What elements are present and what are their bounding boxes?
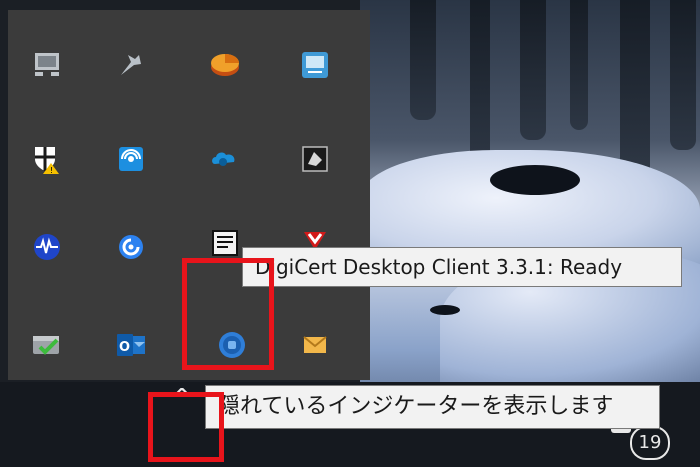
cloud-sync-icon[interactable] bbox=[208, 142, 242, 176]
chevron-highlight bbox=[148, 392, 224, 462]
app-black-icon[interactable] bbox=[298, 142, 332, 176]
svg-text:!: ! bbox=[50, 166, 53, 175]
audio-wave-icon[interactable] bbox=[30, 230, 64, 264]
notification-badge[interactable]: 19 bbox=[630, 426, 670, 460]
circular-app-icon[interactable] bbox=[114, 230, 148, 264]
backup-check-icon[interactable] bbox=[30, 328, 64, 362]
digicert-tooltip: DigiCert Desktop Client 3.3.1: Ready bbox=[242, 247, 682, 287]
digicert-icon-highlight bbox=[182, 258, 274, 370]
wireless-icon[interactable] bbox=[114, 142, 148, 176]
pie-chart-icon[interactable] bbox=[208, 48, 242, 82]
security-shield-warning-icon[interactable]: ! bbox=[30, 142, 64, 176]
screen-capture-icon[interactable] bbox=[208, 226, 242, 260]
remote-connect-icon[interactable] bbox=[298, 48, 332, 82]
wrench-tool-icon[interactable] bbox=[114, 48, 148, 82]
svg-text:O: O bbox=[119, 340, 130, 355]
network-monitor-icon[interactable] bbox=[30, 48, 64, 82]
outlook-icon[interactable]: O bbox=[114, 328, 148, 362]
show-hidden-icons-tooltip: 隠れているインジケーターを表示します bbox=[205, 385, 660, 429]
mail-envelope-icon[interactable] bbox=[298, 328, 332, 362]
